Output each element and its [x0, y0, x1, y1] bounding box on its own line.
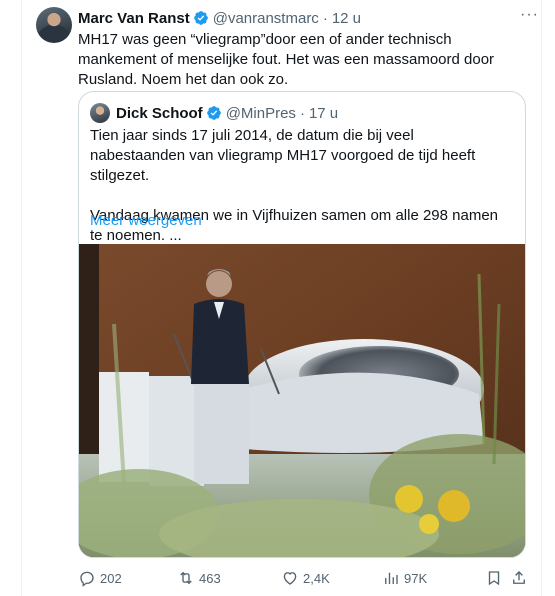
author-name[interactable]: Marc Van Ranst — [78, 10, 190, 27]
timeline-border-right — [541, 0, 542, 596]
views-count: 97K — [404, 570, 428, 586]
reply-count: 202 — [100, 570, 122, 586]
author-avatar[interactable] — [36, 7, 72, 43]
share-button[interactable] — [510, 566, 528, 590]
views-button[interactable]: 97K — [382, 566, 427, 590]
timeline-border-left — [21, 0, 22, 596]
bookmark-button[interactable] — [485, 566, 503, 590]
quoted-tweet-card[interactable]: Dick Schoof @MinPres · 17 u Tien jaar si… — [78, 91, 526, 558]
show-more-link[interactable]: Meer weergeven — [90, 212, 202, 229]
repost-count: 463 — [199, 570, 221, 586]
more-options-icon[interactable]: ··· — [520, 6, 539, 24]
separator-dot: · — [322, 9, 328, 27]
bookmark-icon — [488, 571, 500, 586]
share-icon — [513, 571, 525, 584]
tweet-text: MH17 was geen “vliegramp”door een of and… — [78, 31, 495, 88]
quoted-author-name[interactable]: Dick Schoof — [116, 105, 203, 122]
like-count: 2,4K — [303, 570, 330, 586]
repost-button[interactable]: 463 — [177, 566, 221, 590]
verified-badge-icon — [206, 106, 221, 120]
quoted-tweet-timestamp[interactable]: 17 u — [309, 105, 338, 122]
quoted-tweet-photo[interactable] — [79, 244, 525, 557]
repost-icon — [180, 571, 192, 585]
verified-badge-icon — [193, 11, 208, 25]
author-handle[interactable]: @vanranstmarc — [213, 10, 319, 27]
heart-icon — [283, 572, 297, 585]
views-chart-icon — [385, 572, 398, 584]
quoted-paragraph-1: Tien jaar sinds 17 juli 2014, de datum d… — [90, 127, 476, 184]
like-button[interactable]: 2,4K — [281, 566, 330, 590]
quoted-author-handle[interactable]: @MinPres — [226, 105, 296, 122]
tweet-header: Marc Van Ranst @vanranstmarc · 12 u — [78, 8, 531, 28]
quoted-author-avatar[interactable] — [90, 103, 110, 123]
separator-dot: · — [299, 104, 305, 122]
quoted-tweet-header: Dick Schoof @MinPres · 17 u — [116, 103, 338, 123]
tweet-timestamp[interactable]: 12 u — [332, 10, 361, 27]
photo-illustration — [79, 244, 525, 557]
reply-icon — [80, 571, 94, 587]
tweet-actions-bar: 202 463 2,4K 97K — [78, 566, 528, 590]
reply-button[interactable]: 202 — [78, 566, 122, 590]
